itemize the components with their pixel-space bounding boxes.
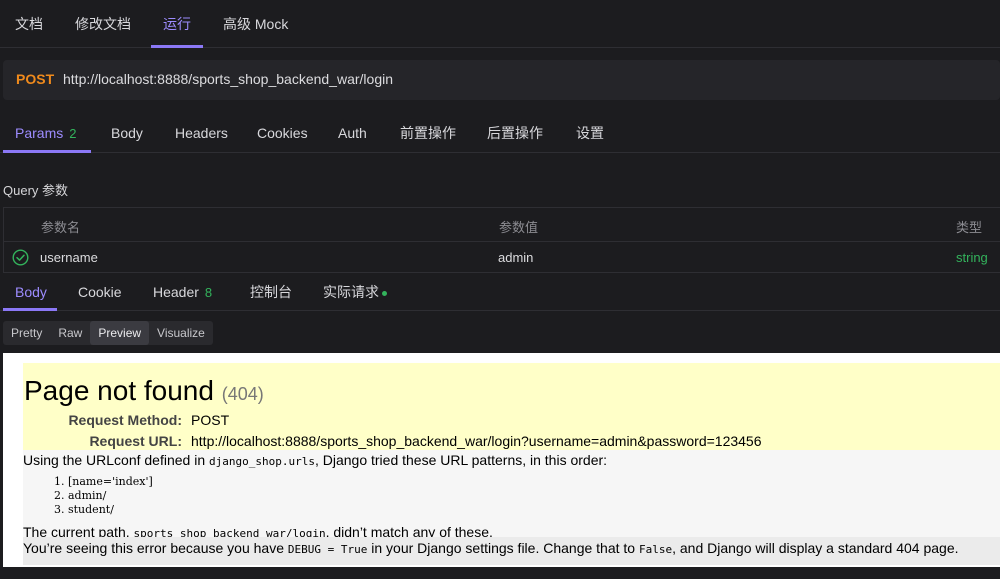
- mode-preview[interactable]: Preview: [90, 321, 150, 345]
- status-dot: [382, 290, 387, 296]
- urlconf-post: , Django tried these URL patterns, in th…: [314, 452, 608, 468]
- active-request-tab-indicator: [3, 150, 91, 153]
- url-input[interactable]: http://localhost:8888/sports_shop_backen…: [63, 71, 393, 87]
- query-section-title: Query 参数: [3, 183, 69, 198]
- param-value-cell[interactable]: admin: [498, 250, 533, 265]
- response-preview[interactable]: Page not found (404) Request Method: POS…: [3, 353, 1000, 567]
- url-pattern-2: 2. admin/: [54, 489, 107, 502]
- tab-mock[interactable]: 高级 Mock: [223, 0, 288, 48]
- tab-post-ops[interactable]: 后置操作: [487, 113, 543, 153]
- debug-code: DEBUG = True: [287, 543, 368, 556]
- http-method[interactable]: POST: [16, 71, 54, 87]
- row-divider: [4, 241, 1000, 242]
- mode-pretty[interactable]: Pretty: [3, 321, 50, 345]
- request-tab-bar: Params 2 Body Headers Cookies Auth 前置操作 后…: [0, 113, 1000, 153]
- param-name-cell[interactable]: username: [40, 250, 98, 265]
- mode-raw[interactable]: Raw: [50, 321, 90, 345]
- view-mode-switcher: Pretty Raw Preview Visualize: [3, 321, 213, 345]
- params-table: 参数名 参数值 类型 username admin string: [3, 207, 1000, 273]
- error-summary: Page not found (404) Request Method: POS…: [23, 363, 1000, 450]
- tab-edit-doc[interactable]: 修改文档: [75, 0, 131, 48]
- tab-auth[interactable]: Auth: [338, 113, 367, 153]
- tab-console[interactable]: 控制台: [250, 273, 292, 311]
- urlconf-pre: Using the URLconf defined in: [23, 452, 209, 468]
- mode-visualize[interactable]: Visualize: [149, 321, 213, 345]
- debug-explanation: You’re seeing this error because you hav…: [23, 537, 1000, 565]
- debug-post: , and Django will display a standard 404…: [672, 540, 959, 556]
- param-type-cell[interactable]: string: [956, 250, 988, 265]
- tab-run[interactable]: 运行: [163, 0, 191, 48]
- tab-response-cookie[interactable]: Cookie: [78, 273, 122, 311]
- tab-params[interactable]: Params 2: [15, 113, 76, 153]
- request-url-value: http://localhost:8888/sports_shop_backen…: [191, 433, 762, 449]
- col-param-value: 参数值: [499, 220, 539, 235]
- debug-false: False: [638, 543, 673, 556]
- debug-pre: You’re seeing this error because you hav…: [23, 540, 288, 556]
- tab-actual-request[interactable]: 实际请求: [323, 273, 387, 311]
- active-tab-indicator: [151, 45, 203, 48]
- tab-doc[interactable]: 文档: [15, 0, 43, 48]
- top-tab-bar: 文档 修改文档 运行 高级 Mock: [0, 0, 1000, 48]
- debug-mid: in your Django settings file. Change tha…: [367, 540, 639, 556]
- tab-response-header[interactable]: Header 8: [153, 273, 212, 311]
- response-tab-bar: Body Cookie Header 8 控制台 实际请求: [0, 273, 1000, 311]
- request-method-value: POST: [191, 412, 230, 428]
- debug-line: You’re seeing this error because you hav…: [23, 540, 959, 556]
- urlconf-name: django_shop.urls: [209, 455, 315, 468]
- col-param-type: 类型: [956, 220, 983, 235]
- tab-params-label: Params: [15, 125, 64, 141]
- urlconf-line: Using the URLconf defined in django_shop…: [23, 452, 607, 468]
- header-count-badge: 8: [204, 285, 213, 300]
- tab-pre-ops[interactable]: 前置操作: [400, 113, 456, 153]
- col-param-name: 参数名: [41, 220, 81, 235]
- request-method-label: Request Method:: [68, 412, 182, 428]
- error-info: Using the URLconf defined in django_shop…: [23, 450, 1000, 540]
- url-pattern-1: 1. [name='index']: [54, 475, 153, 488]
- params-count-badge: 2: [69, 126, 77, 141]
- url-bar[interactable]: POST http://localhost:8888/sports_shop_b…: [3, 60, 1000, 100]
- error-status-code: (404): [221, 384, 264, 404]
- tab-actual-request-label: 实际请求: [323, 284, 379, 300]
- request-url-label: Request URL:: [89, 433, 182, 449]
- url-pattern-3: 3. student/: [54, 503, 114, 516]
- active-response-tab-indicator: [3, 308, 57, 311]
- page-title: Page not found (404): [24, 375, 264, 407]
- check-circle-icon[interactable]: [12, 249, 29, 266]
- tab-settings[interactable]: 设置: [576, 113, 604, 153]
- tab-headers[interactable]: Headers: [175, 113, 228, 153]
- error-title: Page not found: [24, 375, 214, 406]
- preview-bottom-edge: [3, 567, 1000, 579]
- tab-body[interactable]: Body: [111, 113, 143, 153]
- tab-response-header-label: Header: [153, 284, 199, 300]
- tab-response-body[interactable]: Body: [15, 273, 47, 311]
- tab-cookies[interactable]: Cookies: [257, 113, 308, 153]
